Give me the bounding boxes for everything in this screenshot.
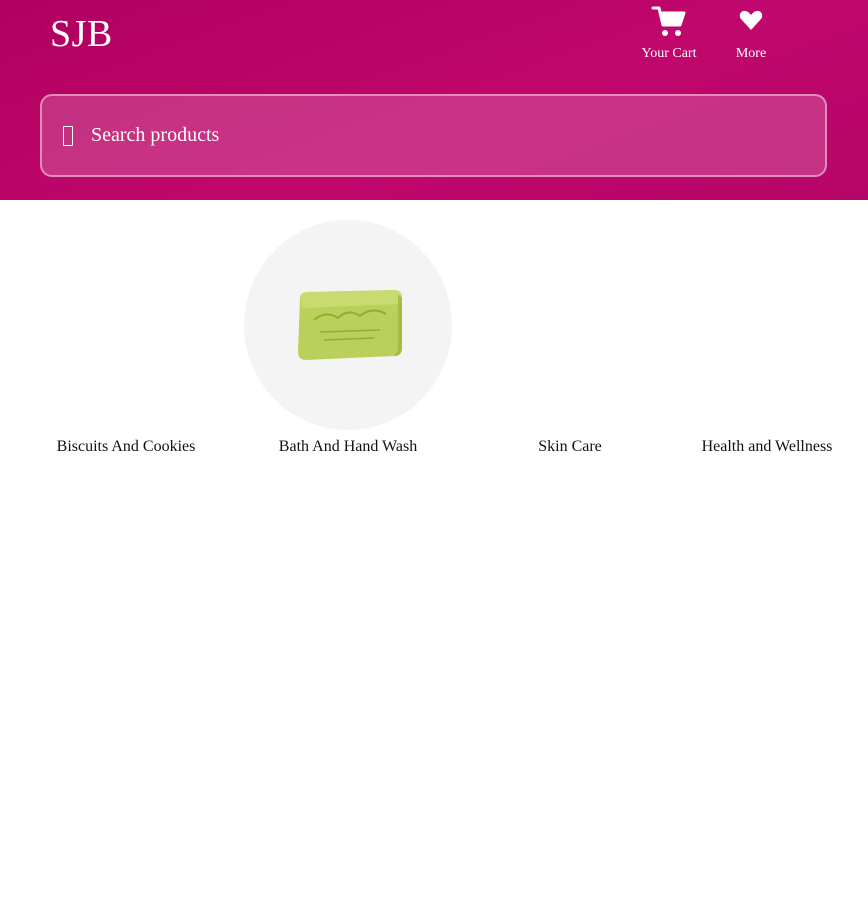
category-image <box>688 220 868 430</box>
category-skin-care[interactable]: Skin Care <box>444 200 666 480</box>
category-biscuits-and-cookies[interactable]: Biscuits And Cookies <box>0 200 222 480</box>
category-label: Bath And Hand Wash <box>278 438 418 455</box>
more-label: More <box>735 46 767 61</box>
app-header: SJB Your Cart More <box>0 0 868 200</box>
category-label: Skin Care <box>538 438 602 455</box>
category-image <box>466 220 674 430</box>
cart-icon <box>651 6 686 36</box>
more-button[interactable]: More <box>728 4 774 62</box>
cart-label: Your Cart <box>641 46 697 61</box>
category-list: Biscuits And Cookies Bath And Hand Wash … <box>0 200 868 500</box>
category-bath-and-hand-wash[interactable]: Bath And Hand Wash <box>222 200 452 480</box>
brand-logo[interactable]: SJB <box>50 12 113 56</box>
category-image <box>244 220 452 430</box>
search-icon <box>63 125 73 146</box>
search-input[interactable] <box>89 114 825 157</box>
category-health-and-wellness[interactable]: Health and Wellness <box>666 200 868 480</box>
category-label: Health and Wellness <box>701 438 833 455</box>
soap-bar-image <box>298 290 402 360</box>
category-image <box>22 220 230 430</box>
cart-button[interactable]: Your Cart <box>636 4 702 62</box>
heart-icon <box>739 10 763 30</box>
search-bar[interactable] <box>40 94 827 177</box>
category-label: Biscuits And Cookies <box>56 438 196 455</box>
